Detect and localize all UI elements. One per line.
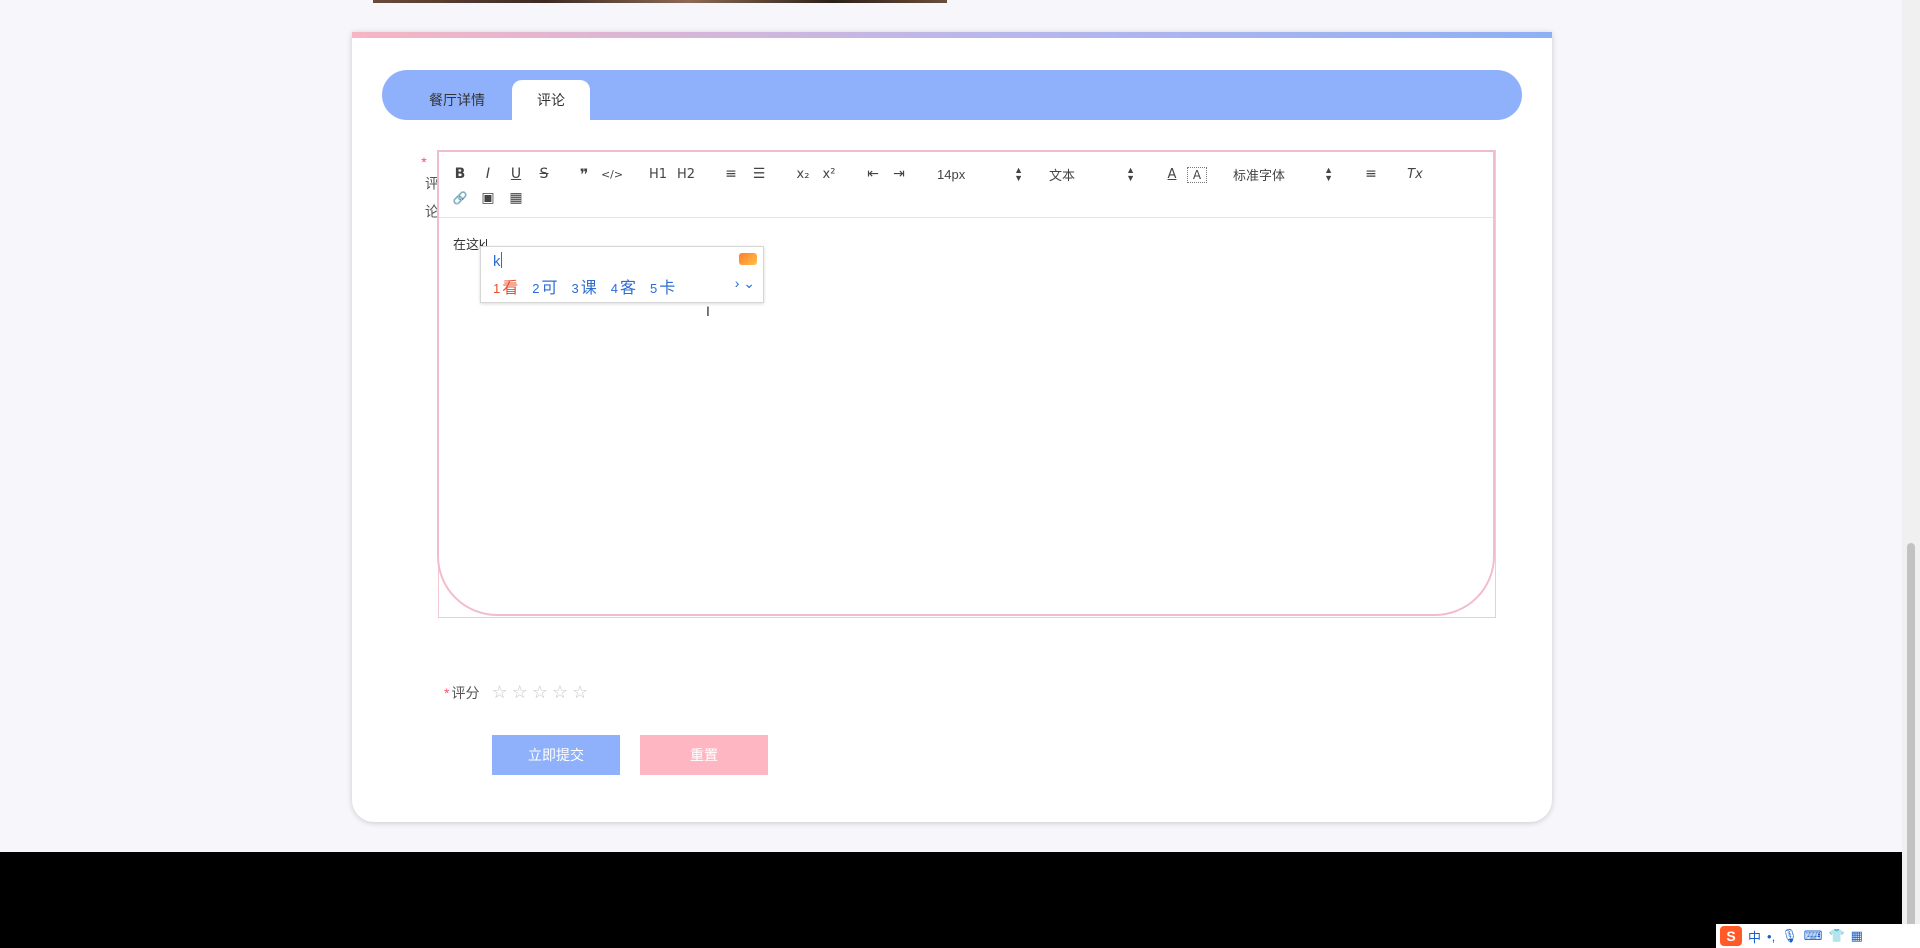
underline-button[interactable]: U [507,164,525,184]
ime-caret [500,252,502,268]
bullet-list-button[interactable]: ☰ [749,164,769,184]
rating-label-text: 评分 [451,684,480,701]
header-value: 文本 [1049,167,1076,183]
keyboard-icon[interactable]: ⌨ [1804,928,1823,944]
video-button[interactable]: ▦ [507,188,525,208]
rating-star-1-icon[interactable]: ☆ [491,682,507,703]
superscript-button[interactable]: x² [819,164,839,184]
ime-candidate[interactable]: 3课 [572,274,597,298]
submit-button[interactable]: 立即提交 [492,735,620,775]
rating-star-3-icon[interactable]: ☆ [532,682,548,703]
reset-button[interactable]: 重置 [640,735,768,775]
ime-mode-indicator[interactable]: 中 [1748,927,1761,946]
rich-text-editor[interactable]: B I U S ❞ </> H1 H2 ≡ ☰ x₂ x² ⇤ ⇥ 14px ▲… [437,150,1495,616]
image-button[interactable]: ▣ [479,188,497,208]
required-mark: * [444,684,450,701]
ime-composition: k [493,252,502,270]
detail-card: 餐厅详情 评论 * 评论 B I U S ❞ </> H1 H2 ≡ ☰ x₂ … [352,32,1552,822]
bold-button[interactable]: B [451,164,469,184]
select-arrows-icon: ▲ ▼ [1324,165,1333,183]
ime-candidate[interactable]: 2可 [532,274,557,298]
blockquote-button[interactable]: ❞ [575,164,593,184]
tab-comment[interactable]: 评论 [512,80,590,120]
font-family-value: 标准字体 [1233,167,1286,183]
mouse-ibeam-icon: I [706,303,710,319]
code-button[interactable]: </> [601,164,623,184]
strike-button[interactable]: S [535,164,553,184]
rating-star-5-icon[interactable]: ☆ [572,682,588,703]
italic-button[interactable]: I [479,164,497,184]
rating-star-2-icon[interactable]: ☆ [512,682,528,703]
scrollbar-thumb[interactable] [1907,543,1915,948]
text-color-button[interactable]: A [1163,164,1181,184]
header-select[interactable]: 文本 ▲ ▼ [1049,164,1135,184]
sogou-logo-icon[interactable]: S [1720,926,1742,946]
rating-row: * 评分 ☆ ☆ ☆ ☆ ☆ [444,682,592,703]
skin-icon[interactable]: 👕 [1828,928,1844,944]
h2-button[interactable]: H2 [675,164,697,184]
ime-candidate[interactable]: 4客 [611,274,636,298]
font-size-value: 14px [937,166,966,182]
ime-skin-icon [739,253,757,265]
outdent-button[interactable]: ⇤ [863,164,883,184]
page-footer [0,852,1902,948]
select-arrows-icon: ▲ ▼ [1126,165,1135,183]
tab-bar: 餐厅详情 评论 [382,70,1522,120]
comment-label: * 评论 [412,152,440,232]
ime-punct-indicator[interactable]: •, [1767,929,1775,944]
restaurant-image-bottom-edge [373,0,947,3]
ime-candidate[interactable]: 1看 [493,274,518,298]
required-mark: * [421,154,427,170]
vertical-scrollbar[interactable] [1902,0,1920,948]
clean-format-button[interactable]: Tx [1405,164,1425,184]
ime-candidates: 1看 2可 3课 4客 5卡 [493,274,675,298]
tab-restaurant-detail[interactable]: 餐厅详情 [412,80,502,120]
ime-candidate[interactable]: 5卡 [650,274,675,298]
background-color-button[interactable]: A [1187,167,1207,183]
select-arrows-icon: ▲ ▼ [1014,165,1023,183]
link-button[interactable]: 🔗 [451,188,469,208]
indent-button[interactable]: ⇥ [889,164,909,184]
rating-star-4-icon[interactable]: ☆ [552,682,568,703]
ime-candidate-window: k 1看 2可 3课 4客 5卡 › ⌄ [480,246,764,303]
ime-input-text: k [493,253,501,270]
font-size-select[interactable]: 14px ▲ ▼ [937,164,1023,184]
font-family-select[interactable]: 标准字体 ▲ ▼ [1233,164,1333,184]
subscript-button[interactable]: x₂ [793,164,813,184]
toolbox-icon[interactable]: ▦ [1851,928,1863,944]
rating-label: * 评分 [444,683,479,703]
ime-tray: S 中 •, 🎙 ⌨ 👕 ▦ [1716,924,1920,948]
card-gradient-bar [352,32,1552,38]
h1-button[interactable]: H1 [647,164,669,184]
ime-more-icon[interactable]: › ⌄ [735,275,755,292]
editor-toolbar: B I U S ❞ </> H1 H2 ≡ ☰ x₂ x² ⇤ ⇥ 14px ▲… [439,152,1493,218]
ordered-list-button[interactable]: ≡ [721,164,741,184]
microphone-icon[interactable]: 🎙 [1781,928,1798,944]
align-button[interactable]: ≡ [1361,164,1381,184]
